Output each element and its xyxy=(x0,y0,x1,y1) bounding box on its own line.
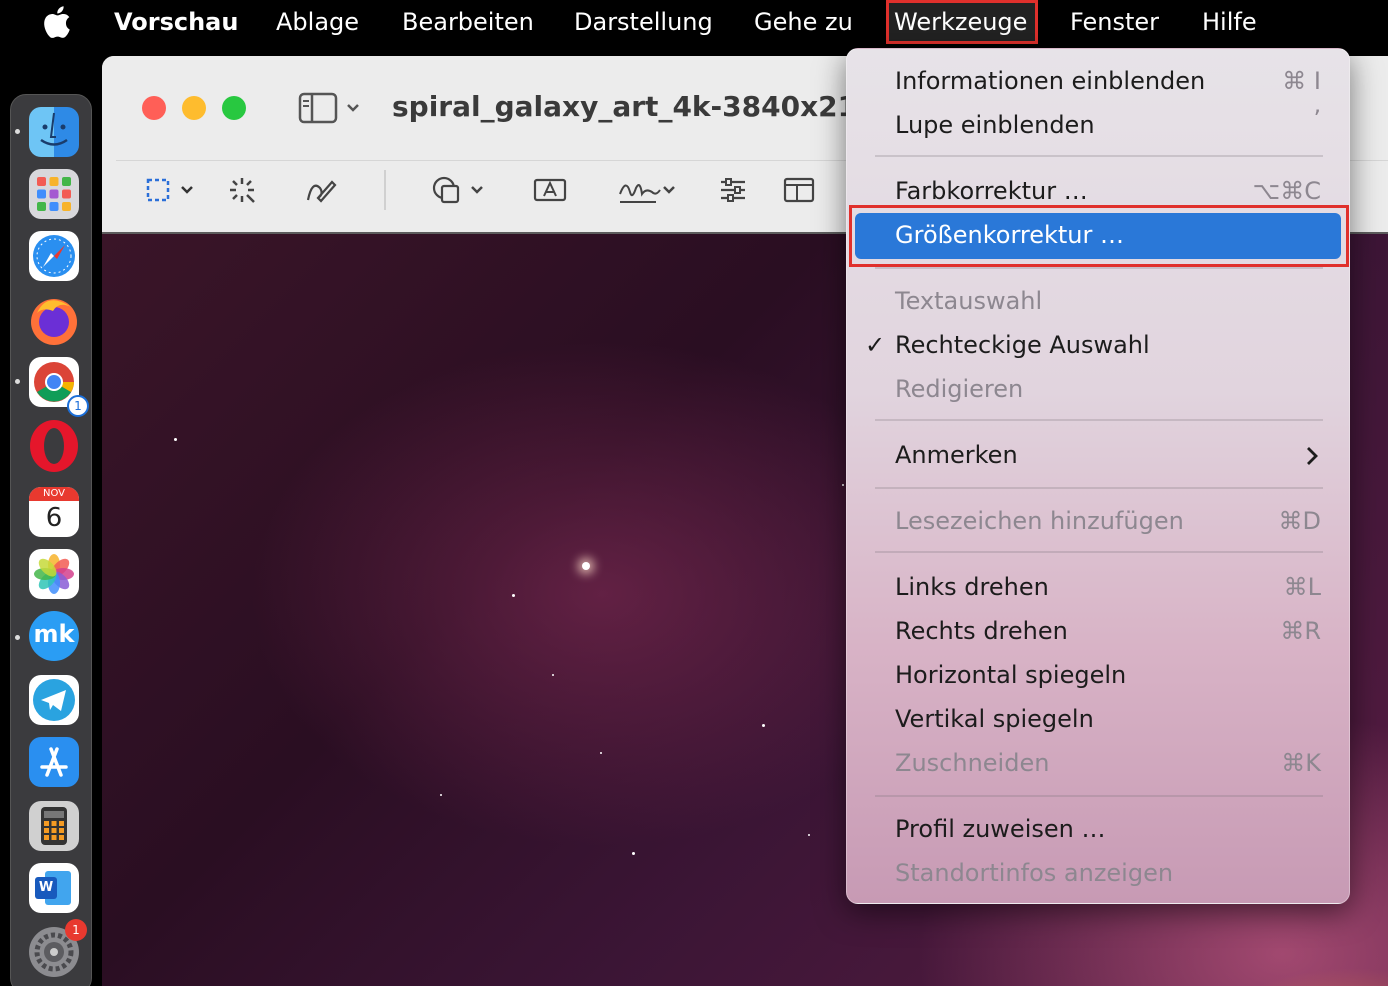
star xyxy=(582,562,590,570)
menu-item-lesezeichen-hinzufuegen[interactable]: Lesezeichen hinzufügen xyxy=(895,507,1184,535)
shortcut-rechts-drehen: ⌘R xyxy=(1280,617,1321,645)
system-settings-icon[interactable]: 1 xyxy=(29,919,87,977)
star xyxy=(762,724,765,727)
sidebar-toggle-icon[interactable] xyxy=(298,92,370,124)
zoom-button[interactable] xyxy=(222,96,246,120)
calculator-icon[interactable] xyxy=(29,801,79,851)
menu-item-lupe-einblenden[interactable]: Lupe einblenden xyxy=(895,111,1095,139)
opera-icon[interactable] xyxy=(29,419,79,472)
word-icon[interactable]: W xyxy=(29,863,79,913)
finder-icon[interactable] xyxy=(29,107,79,157)
menu-item-informationen-einblenden[interactable]: Informationen einblenden xyxy=(895,67,1205,95)
werkzeuge-dropdown-menu: Informationen einblenden ⌘ I Lupe einble… xyxy=(846,48,1350,904)
menu-item-standortinfos-anzeigen[interactable]: Standortinfos anzeigen xyxy=(895,859,1173,887)
app-store-icon[interactable] xyxy=(29,737,79,787)
shortcut-info: ⌘ I xyxy=(1282,67,1321,95)
mackeeper-icon[interactable]: mk xyxy=(29,611,79,661)
menu-item-vertikal-spiegeln[interactable]: Vertikal spiegeln xyxy=(895,705,1094,733)
apple-logo-icon[interactable] xyxy=(42,6,72,38)
star xyxy=(440,794,442,796)
star xyxy=(632,852,635,855)
menu-hilfe[interactable]: Hilfe xyxy=(1202,0,1257,44)
menu-item-anmerken[interactable]: Anmerken xyxy=(895,441,1018,469)
safari-icon[interactable] xyxy=(29,231,79,281)
running-indicator xyxy=(15,129,20,134)
shortcut-lupe: ’ xyxy=(1313,105,1321,133)
app-menu-vorschau[interactable]: Vorschau xyxy=(114,0,238,44)
menu-item-links-drehen[interactable]: Links drehen xyxy=(895,573,1049,601)
signature-icon[interactable] xyxy=(616,170,678,210)
menu-ablage[interactable]: Ablage xyxy=(276,0,359,44)
calendar-day: 6 xyxy=(45,503,63,533)
menu-item-groessenkorrektur[interactable]: Größenkorrektur … xyxy=(895,221,1124,249)
menu-separator xyxy=(875,551,1323,553)
adjust-color-icon[interactable] xyxy=(718,170,748,210)
running-indicator xyxy=(15,379,20,384)
menu-bearbeiten[interactable]: Bearbeiten xyxy=(402,0,534,44)
chrome-icon[interactable]: 1 xyxy=(29,357,89,417)
menu-item-profil-zuweisen[interactable]: Profil zuweisen … xyxy=(895,815,1105,843)
chrome-profile-badge: 1 xyxy=(67,395,89,417)
toolbar-divider xyxy=(384,170,386,210)
firefox-icon[interactable] xyxy=(29,293,79,345)
text-box-icon[interactable] xyxy=(532,170,568,210)
menu-separator xyxy=(875,487,1323,489)
menu-darstellung[interactable]: Darstellung xyxy=(574,0,713,44)
submenu-chevron-icon xyxy=(1307,447,1318,465)
minimize-button[interactable] xyxy=(182,96,206,120)
word-letter: W xyxy=(35,877,57,899)
menu-fenster[interactable]: Fenster xyxy=(1070,0,1159,44)
shortcut-links-drehen: ⌘L xyxy=(1283,573,1321,601)
calendar-icon[interactable]: NOV 6 xyxy=(29,487,79,537)
menu-separator xyxy=(875,267,1323,269)
menu-item-rechteckige-auswahl[interactable]: Rechteckige Auswahl xyxy=(895,331,1150,359)
menu-item-redigieren[interactable]: Redigieren xyxy=(895,375,1023,403)
star xyxy=(552,674,554,676)
document-title: spiral_galaxy_art_4k-3840x216 xyxy=(392,90,877,123)
star xyxy=(174,438,177,441)
star xyxy=(600,752,602,754)
menu-item-farbkorrektur[interactable]: Farbkorrektur … xyxy=(895,177,1088,205)
telegram-icon[interactable] xyxy=(29,675,79,725)
menu-item-textauswahl[interactable]: Textauswahl xyxy=(895,287,1042,315)
instant-alpha-icon[interactable] xyxy=(226,170,258,210)
menu-bar: Vorschau Ablage Bearbeiten Darstellung G… xyxy=(0,0,1388,44)
close-button[interactable] xyxy=(142,96,166,120)
menu-gehe-zu[interactable]: Gehe zu xyxy=(754,0,853,44)
sketch-icon[interactable] xyxy=(304,170,338,210)
shortcut-farbkorrektur: ⌥⌘C xyxy=(1252,177,1321,205)
dock: 1 NOV 6 mk W 1 xyxy=(10,94,92,986)
settings-notification-badge: 1 xyxy=(65,919,87,941)
menu-item-zuschneiden[interactable]: Zuschneiden xyxy=(895,749,1049,777)
calendar-month: NOV xyxy=(29,487,79,501)
checkmark-icon: ✓ xyxy=(865,331,886,359)
running-indicator xyxy=(15,635,20,640)
photos-icon[interactable] xyxy=(29,549,79,599)
star xyxy=(512,594,515,597)
menu-werkzeuge[interactable]: Werkzeuge xyxy=(886,0,1038,44)
menu-separator xyxy=(875,419,1323,421)
menu-item-horizontal-spiegeln[interactable]: Horizontal spiegeln xyxy=(895,661,1126,689)
menu-separator xyxy=(875,795,1323,797)
shortcut-zuschneiden: ⌘K xyxy=(1281,749,1321,777)
star xyxy=(808,834,810,836)
page-layout-icon[interactable] xyxy=(782,170,816,210)
shortcut-lesezeichen: ⌘D xyxy=(1278,507,1321,535)
star xyxy=(842,484,844,486)
menu-item-rechts-drehen[interactable]: Rechts drehen xyxy=(895,617,1068,645)
launchpad-icon[interactable] xyxy=(29,169,79,219)
shapes-icon[interactable] xyxy=(430,170,490,210)
rectangular-selection-icon[interactable] xyxy=(144,170,200,210)
menu-separator xyxy=(875,155,1323,157)
